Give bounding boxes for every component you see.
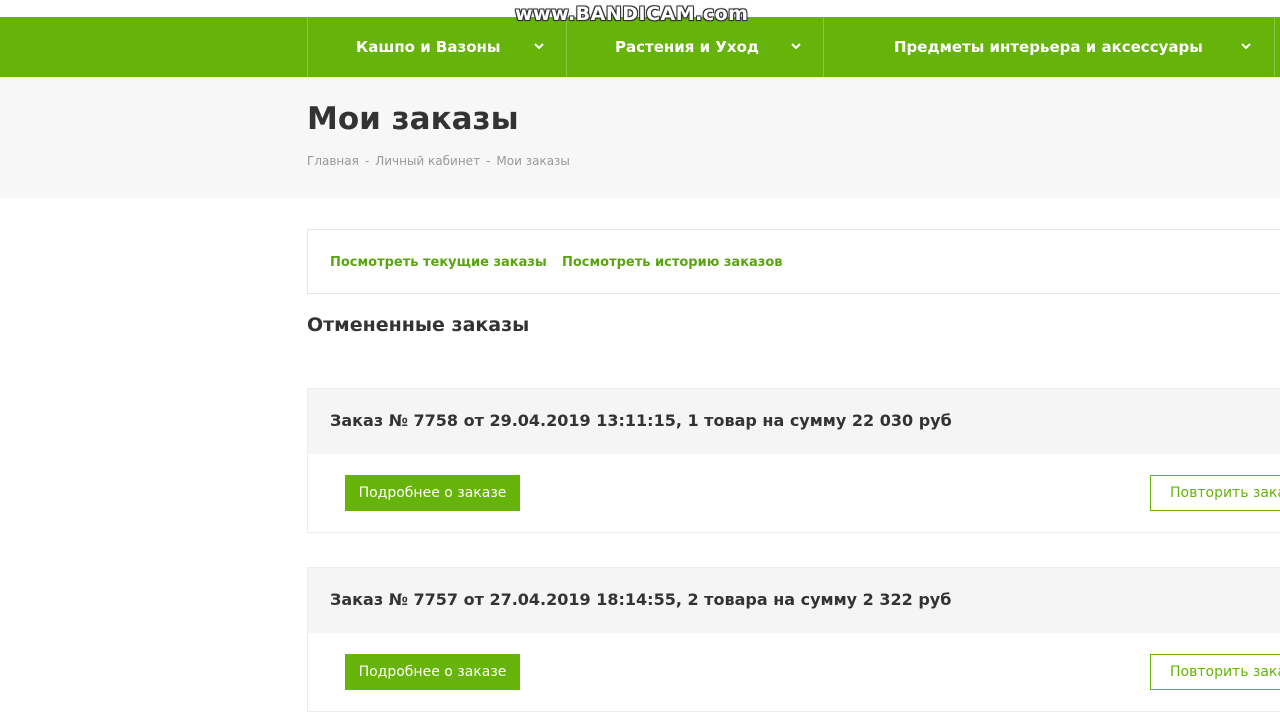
order-title: Заказ № 7757 от 27.04.2019 18:14:55, 2 т… [330, 590, 952, 609]
chevron-down-icon [534, 43, 544, 50]
breadcrumb-home[interactable]: Главная [307, 154, 359, 168]
section-title: Отмененные заказы [307, 314, 530, 336]
nav-item-plants-care[interactable]: Растения и Уход [566, 17, 823, 77]
main-navbar: Кашпо и Вазоны Растения и Уход Предметы … [0, 17, 1280, 77]
breadcrumb-account[interactable]: Личный кабинет [375, 154, 480, 168]
nav-item-label: Кашпо и Вазоны [356, 38, 501, 56]
nav-item-interior-accessories[interactable]: Предметы интерьера и аксессуары [823, 17, 1275, 77]
order-actions: Подробнее о заказе Повторить заказ [308, 454, 1280, 533]
order-actions: Подробнее о заказе Повторить заказ [308, 633, 1280, 712]
order-links-panel: Посмотреть текущие заказы Посмотреть ист… [307, 229, 1280, 294]
nav-item-label: Растения и Уход [615, 38, 759, 56]
recording-watermark: www.BANDICAM.com [515, 3, 749, 25]
page-header [0, 77, 1280, 198]
breadcrumb-separator: - [486, 154, 491, 168]
breadcrumb: Главная - Личный кабинет - Мои заказы [307, 154, 570, 168]
order-details-button[interactable]: Подробнее о заказе [345, 654, 520, 690]
nav-item-label: Предметы интерьера и аксессуары [894, 38, 1203, 56]
breadcrumb-separator: - [364, 154, 370, 168]
current-orders-link[interactable]: Посмотреть текущие заказы [330, 255, 547, 270]
repeat-order-button[interactable]: Повторить заказ [1150, 654, 1280, 690]
order-card: Заказ № 7757 от 27.04.2019 18:14:55, 2 т… [307, 567, 1280, 712]
breadcrumb-current: Мои заказы [496, 154, 570, 168]
order-history-link[interactable]: Посмотреть историю заказов [562, 255, 783, 270]
order-details-button[interactable]: Подробнее о заказе [345, 475, 520, 511]
order-header: Заказ № 7758 от 29.04.2019 13:11:15, 1 т… [308, 389, 1280, 454]
nav-item-pots-vases[interactable]: Кашпо и Вазоны [307, 17, 566, 77]
order-header: Заказ № 7757 от 27.04.2019 18:14:55, 2 т… [308, 568, 1280, 633]
order-title: Заказ № 7758 от 29.04.2019 13:11:15, 1 т… [330, 411, 952, 430]
chevron-down-icon [1241, 43, 1251, 50]
page-title: Мои заказы [307, 101, 519, 137]
order-card: Заказ № 7758 от 29.04.2019 13:11:15, 1 т… [307, 388, 1280, 533]
chevron-down-icon [791, 43, 801, 50]
repeat-order-button[interactable]: Повторить заказ [1150, 475, 1280, 511]
